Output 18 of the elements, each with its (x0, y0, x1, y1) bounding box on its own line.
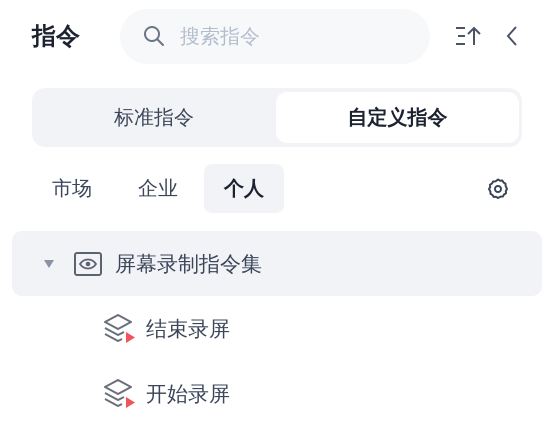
tree-group-row[interactable]: 屏幕录制指令集 (12, 231, 542, 296)
mode-tab[interactable]: 自定义指令 (276, 92, 519, 143)
search-field[interactable]: 搜索指令 (120, 8, 430, 64)
settings-icon[interactable] (486, 176, 510, 200)
sort-icon[interactable] (455, 25, 481, 47)
tree-item[interactable]: 结束录屏 (12, 296, 542, 361)
search-icon (142, 24, 166, 48)
tree-item[interactable]: 开始录屏 (12, 361, 542, 426)
mode-tab[interactable]: 标准指令 (32, 92, 276, 143)
panel-title: 指令 (32, 21, 81, 52)
scope-tab[interactable]: 企业 (118, 164, 198, 213)
eye-icon (74, 252, 102, 276)
layers-play-icon (104, 314, 136, 344)
scope-tab[interactable]: 个人 (204, 164, 284, 213)
scope-tab[interactable]: 市场 (32, 164, 112, 213)
back-icon[interactable] (505, 25, 519, 47)
layers-play-icon (104, 378, 136, 408)
caret-icon[interactable] (43, 258, 55, 268)
